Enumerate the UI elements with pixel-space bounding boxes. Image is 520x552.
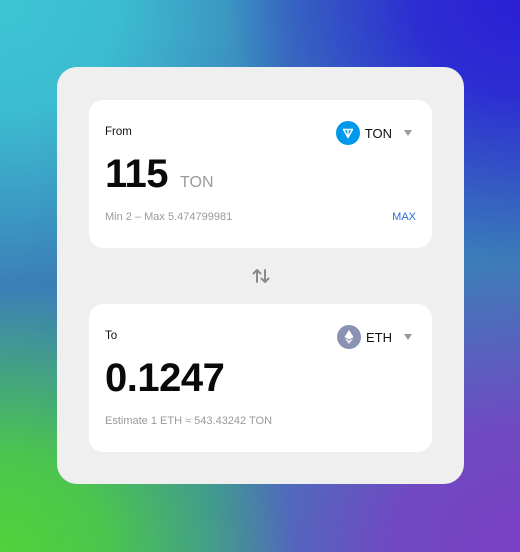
chevron-down-icon <box>404 130 412 136</box>
max-button[interactable]: MAX <box>392 211 416 223</box>
to-amount-field: 0.1247 <box>105 356 225 401</box>
swap-widget: From TON 115 TON Min 2 – Max 5.474799981… <box>57 67 464 484</box>
from-token-selector[interactable]: TON <box>335 121 412 145</box>
exchange-rate-estimate: Estimate 1 ETH ≈ 543.43242 TON <box>105 415 273 427</box>
from-token-name: TON <box>364 125 392 141</box>
from-amount-value: 115 <box>105 152 169 196</box>
from-amount-field[interactable]: 115 TON <box>105 152 214 197</box>
from-card: From TON 115 TON Min 2 – Max 5.474799981… <box>89 100 432 248</box>
from-range-hint: Min 2 – Max 5.474799981 <box>105 211 233 223</box>
to-label: To <box>105 330 118 342</box>
from-amount-unit: TON <box>180 174 214 191</box>
ton-logo-icon <box>335 121 360 145</box>
chevron-down-icon <box>404 334 412 340</box>
to-token-name: ETH <box>366 329 392 345</box>
to-amount-value: 0.1247 <box>105 356 225 400</box>
to-token-selector[interactable]: ETH <box>337 325 412 349</box>
ethereum-logo-icon <box>337 325 361 349</box>
swap-arrows-icon[interactable] <box>250 266 272 286</box>
to-card: To ETH 0.1247 Estimate 1 ETH ≈ 543.43242… <box>89 304 432 452</box>
from-label: From <box>105 126 132 138</box>
